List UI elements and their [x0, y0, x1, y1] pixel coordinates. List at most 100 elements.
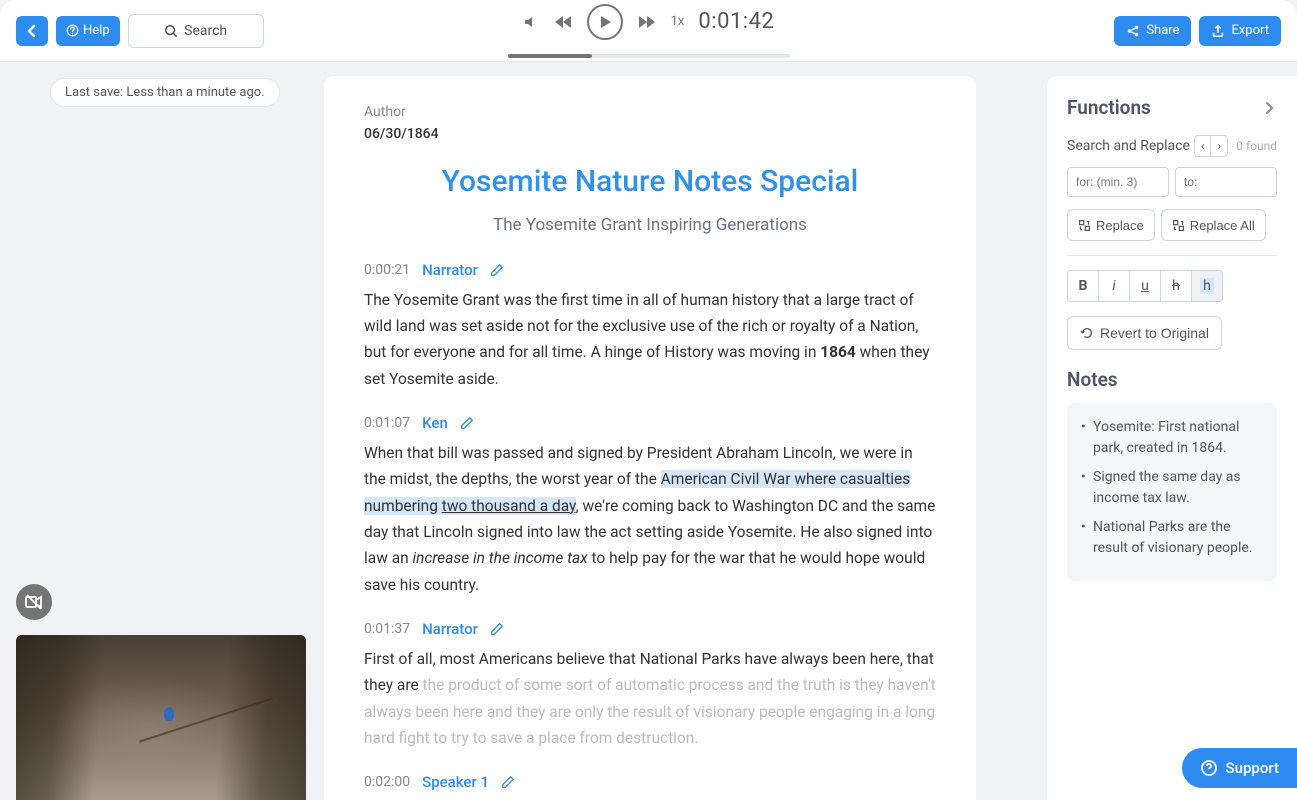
progress-fill — [508, 54, 593, 58]
forward-button[interactable] — [637, 14, 657, 30]
collapse-button[interactable] — [1261, 100, 1277, 116]
strikethrough-button[interactable]: h — [1160, 270, 1192, 302]
edit-speaker-button[interactable] — [501, 775, 515, 789]
segment-time[interactable]: 0:02:00 — [364, 774, 410, 790]
functions-title: Functions — [1067, 96, 1151, 119]
edit-speaker-button[interactable] — [490, 622, 504, 636]
match-count: 0 found — [1236, 139, 1277, 153]
notes-box[interactable]: Yosemite: First national park, created i… — [1067, 403, 1277, 581]
search-nav: ‹ › 0 found — [1194, 135, 1277, 157]
replace-to-input[interactable] — [1175, 167, 1277, 197]
progress-bar[interactable] — [508, 54, 790, 58]
current-time: 0:01:42 — [698, 9, 774, 34]
back-button[interactable] — [16, 16, 48, 46]
segment-speaker[interactable]: Narrator — [422, 620, 478, 638]
underline-button[interactable]: u — [1129, 270, 1161, 302]
arrow-right-icon — [1261, 100, 1277, 116]
video-toggle-button[interactable] — [16, 584, 52, 620]
topbar-left: Help Search — [16, 14, 264, 48]
support-button[interactable]: Support — [1182, 748, 1297, 788]
help-button[interactable]: Help — [56, 16, 120, 46]
replace-buttons: Replace Replace All — [1067, 209, 1277, 241]
revert-icon — [1080, 326, 1094, 340]
search-replace-label: Search and Replace — [1067, 138, 1190, 154]
topbar: Help Search 1x 0:01:42 — [0, 0, 1297, 62]
note-item: Signed the same day as income tax law. — [1083, 467, 1261, 509]
replace-all-button[interactable]: Replace All — [1161, 209, 1266, 241]
search-for-input[interactable] — [1067, 167, 1169, 197]
export-button[interactable]: Export — [1199, 16, 1281, 46]
functions-header: Functions — [1067, 96, 1277, 119]
export-label: Export — [1231, 23, 1269, 38]
search-nav-arrows: ‹ › — [1194, 135, 1228, 157]
document-date: 06/30/1864 — [364, 126, 936, 142]
note-item: National Parks are the result of visiona… — [1083, 517, 1261, 559]
search-label: Search — [184, 23, 227, 39]
transcript-segment: 0:02:00 Speaker 1 — [364, 773, 936, 791]
playback-speed[interactable]: 1x — [671, 14, 685, 29]
segment-header: 0:00:21 Narrator — [364, 261, 936, 279]
replace-icon — [1078, 219, 1091, 232]
export-icon — [1211, 24, 1225, 38]
pencil-icon — [460, 416, 474, 430]
notes-title: Notes — [1067, 368, 1277, 391]
transcript-segment: 0:01:07 Ken When that bill was passed an… — [364, 414, 936, 598]
audio-player: 1x 0:01:42 — [508, 4, 790, 58]
topbar-right: Share Export — [1114, 16, 1281, 46]
note-item: Yosemite: First national park, created i… — [1083, 417, 1261, 459]
video-preview[interactable] — [16, 635, 306, 800]
search-button[interactable]: Search — [128, 14, 264, 48]
forward-icon — [637, 14, 657, 30]
video-off-icon — [24, 592, 44, 612]
prev-match-button[interactable]: ‹ — [1195, 136, 1211, 156]
volume-icon — [523, 14, 539, 30]
segment-text[interactable]: The Yosemite Grant was the first time in… — [364, 287, 936, 392]
arrow-left-icon — [24, 23, 40, 39]
segment-text[interactable]: First of all, most Americans believe tha… — [364, 646, 936, 751]
rewind-button[interactable] — [553, 14, 573, 30]
main-area: Last save: Less than a minute ago. Autho… — [0, 62, 1297, 800]
transcript-segment: 0:00:21 Narrator The Yosemite Grant was … — [364, 261, 936, 392]
play-button[interactable] — [587, 4, 623, 40]
segment-speaker[interactable]: Narrator — [422, 261, 478, 279]
volume-button[interactable] — [523, 14, 539, 30]
transcript-editor[interactable]: Author 06/30/1864 Yosemite Nature Notes … — [324, 76, 976, 800]
share-button[interactable]: Share — [1114, 16, 1191, 46]
rewind-icon — [553, 14, 573, 30]
segment-time[interactable]: 0:01:07 — [364, 415, 410, 431]
transcript-segment: 0:01:37 Narrator First of all, most Amer… — [364, 620, 936, 751]
format-toolbar: B i u h h — [1067, 270, 1277, 302]
functions-sidebar: Functions Search and Replace ‹ › 0 found… — [1047, 76, 1297, 800]
player-controls: 1x 0:01:42 — [523, 4, 775, 40]
revert-button[interactable]: Revert to Original — [1067, 316, 1222, 350]
pencil-icon — [490, 622, 504, 636]
save-status-badge: Last save: Less than a minute ago. — [50, 78, 280, 107]
pencil-icon — [501, 775, 515, 789]
bold-button[interactable]: B — [1067, 270, 1099, 302]
share-label: Share — [1146, 23, 1179, 38]
document-subtitle[interactable]: The Yosemite Grant Inspiring Generations — [364, 215, 936, 235]
share-icon — [1126, 24, 1140, 38]
segment-speaker[interactable]: Speaker 1 — [422, 773, 489, 791]
support-label: Support — [1226, 759, 1279, 777]
next-match-button[interactable]: › — [1211, 136, 1227, 156]
italic-button[interactable]: i — [1098, 270, 1130, 302]
pencil-icon — [490, 263, 504, 277]
document-title[interactable]: Yosemite Nature Notes Special — [364, 162, 936, 203]
segment-header: 0:01:07 Ken — [364, 414, 936, 432]
support-icon — [1200, 759, 1218, 777]
segment-time[interactable]: 0:00:21 — [364, 262, 410, 278]
segment-time[interactable]: 0:01:37 — [364, 621, 410, 637]
segment-speaker[interactable]: Ken — [422, 414, 448, 432]
question-icon — [66, 24, 79, 37]
edit-speaker-button[interactable] — [490, 263, 504, 277]
segment-text[interactable]: When that bill was passed and signed by … — [364, 440, 936, 598]
notes-list: Yosemite: First national park, created i… — [1083, 417, 1261, 559]
highlight-button[interactable]: h — [1191, 270, 1223, 302]
video-thumbnail — [16, 635, 306, 800]
edit-speaker-button[interactable] — [460, 416, 474, 430]
play-icon — [598, 15, 612, 29]
replace-button[interactable]: Replace — [1067, 209, 1155, 241]
segment-header: 0:02:00 Speaker 1 — [364, 773, 936, 791]
replace-all-icon — [1172, 219, 1185, 232]
